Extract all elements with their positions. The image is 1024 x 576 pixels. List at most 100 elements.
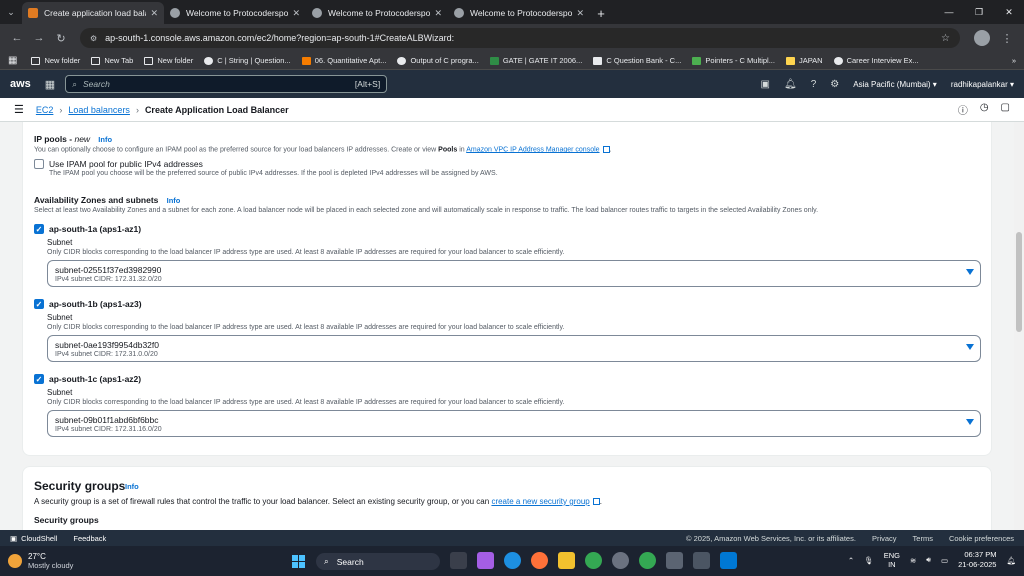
bell-icon[interactable]: 🔔︎ <box>784 79 797 90</box>
bookmark-item[interactable]: Pointers - C Multipl... <box>692 56 775 65</box>
az-checkbox-ap-south-1b[interactable]: ✓ <box>34 299 44 309</box>
chrome-icon[interactable] <box>585 552 602 569</box>
services-grid-icon[interactable]: ▦ <box>45 78 55 91</box>
ipam-pool-checkbox[interactable] <box>34 159 44 169</box>
menu-kebab-icon[interactable]: ⋮ <box>996 32 1018 45</box>
bookmark-item[interactable]: GATE | GATE IT 2006... <box>489 56 582 65</box>
notification-bell-icon[interactable]: 🔔︎ <box>1006 556 1016 565</box>
az-info-link[interactable]: Info <box>167 196 181 205</box>
weather-widget[interactable]: 27°C Mostly cloudy <box>8 552 73 570</box>
region-selector[interactable]: Asia Pacific (Mumbai) ▾ <box>853 80 937 89</box>
language-indicator[interactable]: ENG IN <box>884 551 900 569</box>
aws-search-input[interactable]: ⌕ Search [Alt+S] <box>65 75 388 93</box>
restore-icon[interactable]: ❐ <box>964 0 994 24</box>
browser-tab[interactable]: Welcome to Protocoderspoint ✕ <box>306 2 448 24</box>
cookie-preferences-link[interactable]: Cookie preferences <box>949 534 1014 543</box>
bookmark-item[interactable]: C | String | Question... <box>204 56 291 65</box>
security-groups-info-link[interactable]: Info <box>125 482 139 491</box>
bookmark-item[interactable]: New Tab <box>91 56 133 65</box>
bookmark-item[interactable]: C Question Bank - C... <box>593 56 681 65</box>
az-name: ap-south-1c (aps1-az2) <box>49 374 142 384</box>
apps-grid-icon[interactable]: ▦ <box>8 55 17 66</box>
firefox-icon[interactable] <box>531 552 548 569</box>
close-icon[interactable]: ✕ <box>434 8 442 19</box>
feedback-icon[interactable]: ▢ <box>1001 102 1010 117</box>
app-icon[interactable] <box>612 552 629 569</box>
vscode-icon[interactable] <box>720 552 737 569</box>
terms-link[interactable]: Terms <box>913 534 933 543</box>
globe-icon <box>204 56 214 65</box>
cloudshell-button[interactable]: ▣ CloudShell <box>10 534 57 543</box>
browser-tab[interactable]: Welcome to Protocoderspoint ✕ <box>164 2 306 24</box>
file-explorer-icon[interactable] <box>558 552 575 569</box>
microphone-icon[interactable]: 🎙︎ <box>864 556 874 565</box>
bookmark-item[interactable]: New folder <box>31 56 80 65</box>
tab-title: Welcome to Protocoderspoint <box>470 8 573 18</box>
chevron-right-icon: › <box>135 104 139 115</box>
az-checkbox-ap-south-1c[interactable]: ✓ <box>34 374 44 384</box>
window-controls: — ❐ ✕ <box>934 0 1024 24</box>
weather-icon <box>8 554 22 568</box>
bookmark-star-icon[interactable]: ☆ <box>941 33 950 44</box>
folder-icon <box>31 56 41 65</box>
gear-icon[interactable]: ⚙ <box>830 79 839 90</box>
wifi-icon[interactable]: ≋ <box>910 556 916 565</box>
windows-start-icon[interactable] <box>292 555 305 568</box>
volume-icon[interactable]: 🔊︎ <box>926 555 931 565</box>
breadcrumb-ec2[interactable]: EC2 <box>36 105 54 115</box>
page-scrollbar[interactable] <box>1014 122 1024 530</box>
browser-tab[interactable]: Welcome to Protocoderspoint ✕ <box>448 2 590 24</box>
browser-tab-active[interactable]: Create application load balanc ✕ <box>22 2 164 24</box>
bookmark-item[interactable]: 06. Quantitative Apt... <box>301 56 386 65</box>
profile-avatar[interactable] <box>974 30 990 46</box>
account-menu[interactable]: radhikapalankar ▾ <box>951 80 1014 89</box>
clock[interactable]: 06:37 PM 21-06-2025 <box>958 550 996 570</box>
edge-icon[interactable] <box>504 552 521 569</box>
az-checkbox-ap-south-1a[interactable]: ✓ <box>34 224 44 234</box>
new-tab-button[interactable]: + <box>590 2 612 24</box>
ip-pools-info-link[interactable]: Info <box>98 135 112 144</box>
tab-search-icon[interactable]: ⌄ <box>0 0 22 24</box>
chevron-up-icon[interactable]: ⌃ <box>848 556 854 565</box>
hamburger-menu-icon[interactable]: ☰ <box>14 103 24 116</box>
info-circle-icon[interactable]: ⓘ <box>958 102 968 117</box>
forward-icon[interactable]: → <box>28 32 50 44</box>
bookmark-item[interactable]: Career Interview Ex... <box>833 56 919 65</box>
app-icon[interactable] <box>693 552 710 569</box>
subnet-select[interactable]: subnet-09b01f1abd6bf6bbc IPv4 subnet CID… <box>47 410 981 437</box>
task-view-icon[interactable] <box>450 552 467 569</box>
bookmark-item[interactable]: JAPAN <box>785 56 823 65</box>
minimize-icon[interactable]: — <box>934 0 964 24</box>
subnet-value: subnet-0ae193f9954db32f0 <box>55 340 159 350</box>
subnet-select[interactable]: subnet-0ae193f9954db32f0 IPv4 subnet CID… <box>47 335 981 362</box>
close-icon[interactable]: ✕ <box>292 8 300 19</box>
reload-icon[interactable]: ↻ <box>50 32 72 45</box>
more-bookmarks-icon[interactable]: » <box>1012 56 1016 65</box>
ipam-pool-checkbox-label[interactable]: Use IPAM pool for public IPv4 addresses <box>49 159 203 169</box>
taskbar-search[interactable]: ⌕ Search <box>316 553 440 570</box>
cloudshell-icon[interactable]: ▣ <box>761 79 770 90</box>
scrollbar-thumb[interactable] <box>1016 232 1022 332</box>
subnet-value: subnet-02551f37ed3982990 <box>55 265 162 275</box>
clock-icon[interactable]: ◷ <box>980 102 989 117</box>
bookmark-item[interactable]: Output of C progra... <box>397 56 479 65</box>
aws-logo[interactable]: aws <box>10 78 31 90</box>
subnet-select[interactable]: subnet-02551f37ed3982990 IPv4 subnet CID… <box>47 260 981 287</box>
privacy-link[interactable]: Privacy <box>872 534 897 543</box>
bookmark-item[interactable]: New folder <box>144 56 193 65</box>
copilot-icon[interactable] <box>477 552 494 569</box>
close-window-icon[interactable]: ✕ <box>994 0 1024 24</box>
close-icon[interactable]: ✕ <box>150 8 158 19</box>
battery-icon[interactable]: ▭ <box>941 556 948 565</box>
ipam-console-link[interactable]: Amazon VPC IP Address Manager console <box>466 146 599 153</box>
snipping-tool-icon[interactable] <box>666 552 683 569</box>
create-security-group-link[interactable]: create a new security group <box>491 497 589 506</box>
site-info-icon[interactable]: ⚙ <box>90 34 97 43</box>
close-icon[interactable]: ✕ <box>576 8 584 19</box>
breadcrumb-load-balancers[interactable]: Load balancers <box>68 105 130 115</box>
feedback-button[interactable]: Feedback <box>73 534 106 543</box>
help-icon[interactable]: ? <box>811 79 817 90</box>
chrome-icon[interactable] <box>639 552 656 569</box>
address-bar[interactable]: ⚙ ap-south-1.console.aws.amazon.com/ec2/… <box>80 28 960 48</box>
back-icon[interactable]: ← <box>6 32 28 44</box>
